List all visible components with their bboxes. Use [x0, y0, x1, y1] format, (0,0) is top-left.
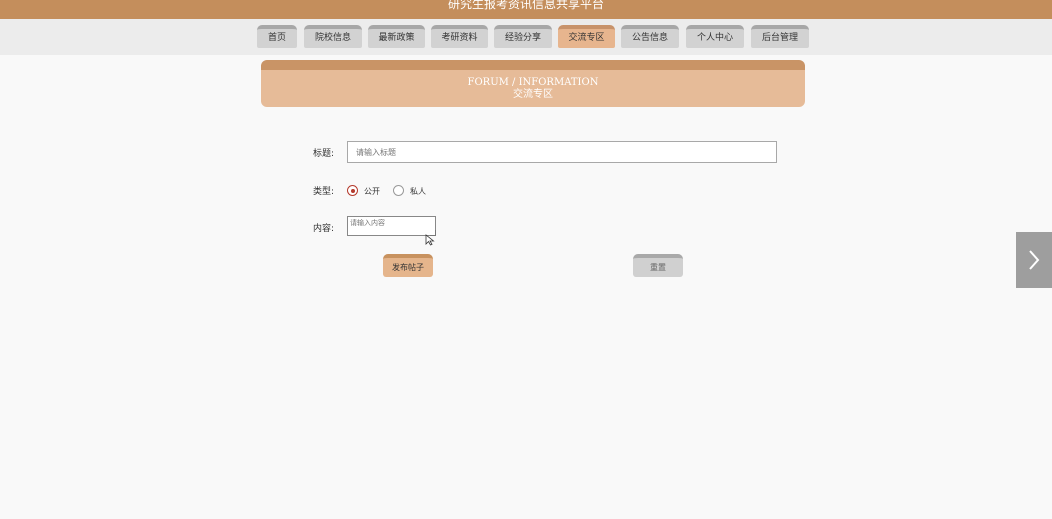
nav-tab-schools[interactable]: 院校信息: [304, 25, 362, 48]
publish-button[interactable]: 发布帖子: [383, 254, 433, 277]
banner-title-en: FORUM / INFORMATION: [467, 77, 599, 88]
title-input[interactable]: [347, 141, 777, 163]
banner-title-cn: 交流专区: [513, 89, 553, 100]
top-header: 研究生报考资讯信息共享平台: [0, 0, 1052, 19]
title-label: 标题:: [313, 149, 335, 159]
section-banner: FORUM / INFORMATION 交流专区: [261, 60, 805, 107]
nav-tab-home[interactable]: 首页: [257, 25, 297, 48]
site-title: 研究生报考资讯信息共享平台: [447, 0, 604, 11]
type-public-label: 公开: [364, 187, 380, 196]
main-nav: 首页 院校信息 最新政策 考研资料 经验分享 交流专区 公告信息 个人中心 后台…: [0, 19, 1052, 55]
type-public-radio[interactable]: [347, 185, 358, 196]
nav-tab-forum[interactable]: 交流专区: [558, 25, 615, 48]
nav-tab-profile[interactable]: 个人中心: [686, 25, 744, 48]
nav-tab-policy[interactable]: 最新政策: [368, 25, 425, 48]
nav-tab-admin[interactable]: 后台管理: [751, 25, 809, 48]
nav-tab-announcements[interactable]: 公告信息: [621, 25, 679, 48]
nav-tab-experience[interactable]: 经验分享: [494, 25, 552, 48]
type-private-label: 私人: [410, 187, 426, 196]
content-label: 内容:: [313, 224, 335, 234]
content-textarea[interactable]: [347, 216, 436, 236]
type-private-radio[interactable]: [393, 185, 404, 196]
type-label: 类型:: [313, 187, 335, 197]
reset-button[interactable]: 重置: [633, 254, 683, 277]
next-slide-button[interactable]: [1016, 232, 1052, 288]
mouse-pointer-icon: [425, 234, 435, 246]
chevron-right-icon: [1029, 250, 1040, 270]
nav-tab-materials[interactable]: 考研资料: [431, 25, 488, 48]
